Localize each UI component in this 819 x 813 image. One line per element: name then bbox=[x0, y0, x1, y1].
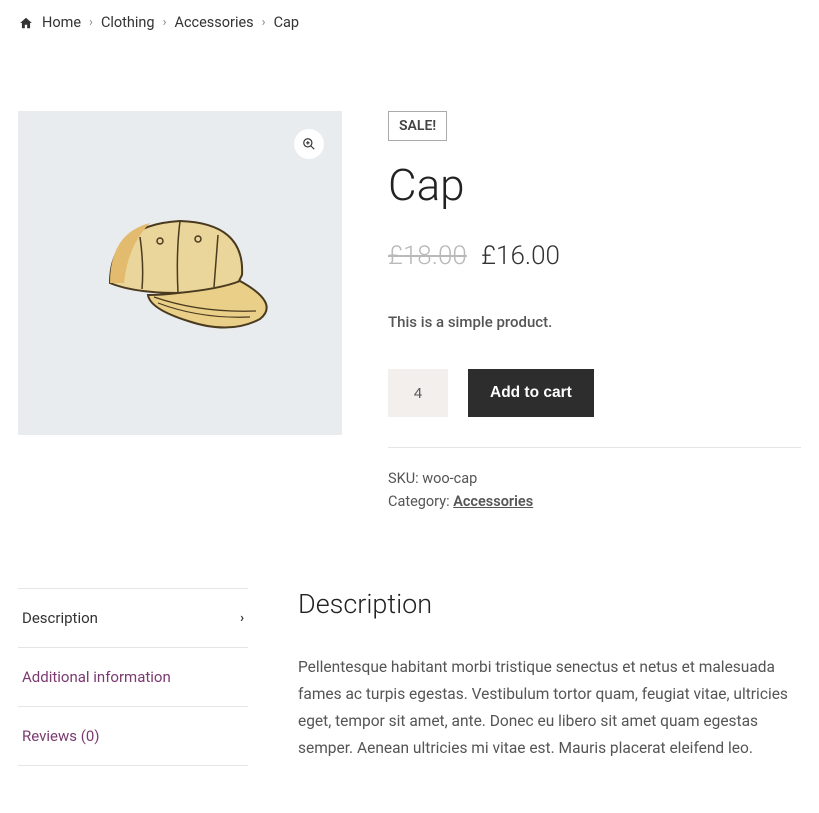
add-to-cart-button[interactable]: Add to cart bbox=[468, 369, 594, 417]
chevron-right-icon: › bbox=[163, 15, 167, 30]
price-old: £18.00 bbox=[388, 241, 467, 271]
chevron-right-icon: › bbox=[89, 15, 93, 30]
category-label: Category: bbox=[388, 493, 453, 510]
tab-panel-description: Description Pellentesque habitant morbi … bbox=[298, 588, 801, 766]
tab-additional-information[interactable]: Additional information bbox=[18, 647, 248, 706]
breadcrumb-accessories[interactable]: Accessories bbox=[174, 14, 253, 31]
product-title: Cap bbox=[388, 159, 801, 211]
tab-label: Reviews (0) bbox=[22, 727, 100, 745]
sku-value: woo-cap bbox=[422, 470, 477, 487]
home-icon[interactable] bbox=[18, 16, 34, 30]
tab-description[interactable]: Description › bbox=[18, 588, 248, 647]
breadcrumb-current: Cap bbox=[274, 14, 299, 31]
quantity-input[interactable] bbox=[388, 369, 448, 417]
chevron-right-icon: › bbox=[240, 611, 244, 626]
product-image[interactable] bbox=[18, 111, 342, 435]
tabs-list: Description › Additional information Rev… bbox=[18, 588, 248, 766]
panel-body: Pellentesque habitant morbi tristique se… bbox=[298, 654, 801, 763]
sku-label: SKU: bbox=[388, 470, 422, 487]
breadcrumb: Home › Clothing › Accessories › Cap bbox=[18, 14, 801, 31]
price: £18.00 £16.00 bbox=[388, 241, 801, 271]
product-tabs: Description › Additional information Rev… bbox=[18, 588, 801, 766]
tab-label: Additional information bbox=[22, 668, 171, 686]
sale-badge: SALE! bbox=[388, 111, 447, 141]
product-short-description: This is a simple product. bbox=[388, 313, 801, 331]
panel-heading: Description bbox=[298, 588, 801, 620]
sku-row: SKU: woo-cap bbox=[388, 470, 801, 487]
chevron-right-icon: › bbox=[262, 15, 266, 30]
product-meta: SKU: woo-cap Category: Accessories bbox=[388, 447, 801, 510]
product-summary: SALE! Cap £18.00 £16.00 This is a simple… bbox=[388, 111, 801, 516]
zoom-icon[interactable] bbox=[294, 129, 324, 159]
category-row: Category: Accessories bbox=[388, 493, 801, 510]
breadcrumb-clothing[interactable]: Clothing bbox=[101, 14, 155, 31]
product-image-column bbox=[18, 111, 342, 516]
cap-illustration bbox=[80, 193, 280, 353]
category-link[interactable]: Accessories bbox=[453, 493, 533, 510]
add-to-cart-form: Add to cart bbox=[388, 369, 801, 417]
price-new: £16.00 bbox=[481, 241, 560, 271]
tab-label: Description bbox=[22, 609, 98, 627]
product: SALE! Cap £18.00 £16.00 This is a simple… bbox=[18, 111, 801, 516]
tab-reviews[interactable]: Reviews (0) bbox=[18, 706, 248, 766]
breadcrumb-home[interactable]: Home bbox=[42, 14, 81, 31]
